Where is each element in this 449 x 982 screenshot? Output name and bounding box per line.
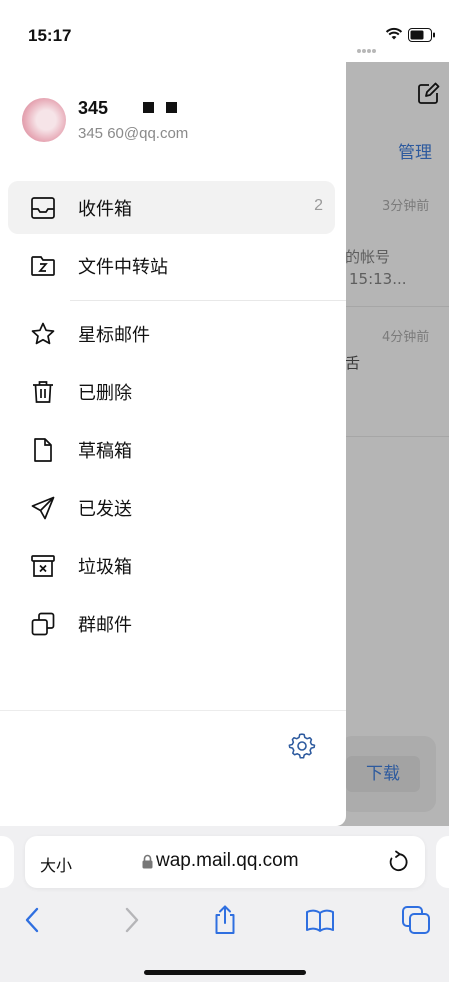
divider [345, 306, 449, 307]
share-icon[interactable] [209, 904, 241, 936]
mail-time: 3分钟前 [382, 199, 430, 214]
lock-icon [142, 854, 153, 869]
redaction-mark [143, 102, 154, 113]
unread-count: 2 [314, 197, 323, 214]
text-size-button[interactable]: 大小 [40, 852, 72, 876]
address-bar[interactable]: 大小 wap.mail.qq.com [25, 836, 425, 888]
draft-icon [34, 438, 52, 462]
folder-drafts[interactable]: 草稿箱 [8, 423, 335, 476]
signal-icon [357, 38, 381, 53]
wifi-icon [385, 27, 403, 40]
folder-starred[interactable]: 星标邮件 [8, 307, 335, 360]
status-bar: 15:17 [0, 0, 449, 62]
user-name: 345 [78, 98, 109, 118]
download-button[interactable]: 下载 [346, 756, 420, 792]
inbox-icon [31, 197, 55, 219]
status-time: 15:17 [28, 26, 72, 45]
trash-icon [33, 381, 53, 403]
folder-label: 文件中转站 [78, 257, 168, 278]
folder-label: 已发送 [78, 499, 132, 520]
divider [0, 710, 346, 711]
folder-sent[interactable]: 已发送 [8, 481, 335, 534]
folder-deleted[interactable]: 已删除 [8, 365, 335, 418]
folder-label: 草稿箱 [78, 441, 132, 462]
forward-icon[interactable] [115, 904, 147, 936]
divider [70, 300, 346, 301]
tabs-icon[interactable] [400, 904, 432, 936]
back-icon[interactable] [17, 904, 49, 936]
mail-time: 4分钟前 [382, 330, 430, 345]
folder-group-mail[interactable]: 群邮件 [8, 597, 335, 650]
folder-label: 星标邮件 [78, 325, 150, 346]
folder-label: 已删除 [78, 383, 132, 404]
next-tab-preview[interactable] [436, 836, 449, 888]
mail-preview: 舌 [345, 354, 361, 372]
mail-preview: 15:13... [349, 270, 407, 288]
folder-label: 垃圾箱 [78, 557, 132, 578]
previous-tab-preview[interactable] [0, 836, 14, 888]
home-indicator[interactable] [144, 970, 306, 975]
folder-spam[interactable]: 垃圾箱 [8, 539, 335, 592]
file-transfer-icon [31, 256, 55, 276]
redaction-mark [166, 102, 177, 113]
folder-file-transfer[interactable]: 文件中转站 [8, 239, 335, 292]
divider [345, 436, 449, 437]
folder-label: 群邮件 [78, 615, 132, 636]
gear-icon[interactable] [288, 732, 316, 760]
user-email: 345 60@qq.com [78, 125, 189, 142]
url-text[interactable]: wap.mail.qq.com [156, 850, 299, 872]
mail-preview: 的帐号 [345, 248, 391, 266]
avatar[interactable] [22, 98, 66, 142]
compose-icon[interactable] [416, 82, 440, 106]
manage-button[interactable]: 管理 [398, 138, 432, 163]
star-icon [31, 322, 55, 345]
spam-icon [31, 555, 55, 577]
reload-icon[interactable] [387, 850, 409, 874]
side-drawer: 345 345 60@qq.com 收件箱 2 文件中转站 星标邮件 已删除 草… [0, 62, 346, 826]
battery-icon [408, 28, 435, 42]
folder-inbox[interactable]: 收件箱 2 [8, 181, 335, 234]
bookmarks-icon[interactable] [304, 904, 336, 936]
send-icon [31, 496, 55, 520]
folder-label: 收件箱 [78, 199, 132, 220]
group-mail-icon [31, 612, 55, 636]
browser-toolbar: 大小 wap.mail.qq.com [0, 826, 449, 982]
